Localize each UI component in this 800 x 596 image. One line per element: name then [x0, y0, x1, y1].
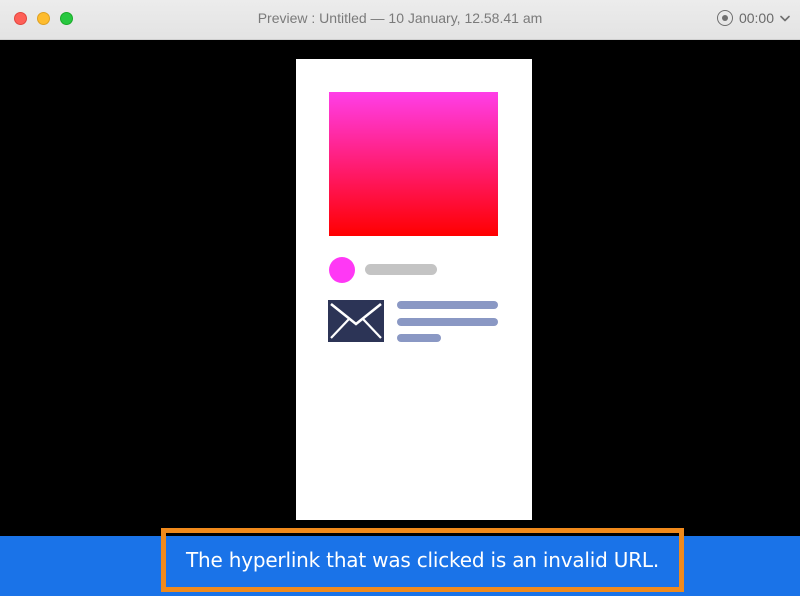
- close-window-button[interactable]: [14, 12, 27, 25]
- zoom-window-button[interactable]: [60, 12, 73, 25]
- title-bar: Preview : Untitled — 10 January, 12.58.4…: [0, 0, 800, 40]
- text-line-placeholder: [397, 334, 441, 342]
- phone-screen: [296, 59, 532, 520]
- text-line-placeholder: [397, 301, 498, 309]
- notification-bar: The hyperlink that was clicked is an inv…: [0, 528, 800, 596]
- preview-window: Preview : Untitled — 10 January, 12.58.4…: [0, 0, 800, 596]
- recording-time: 00:00: [738, 10, 774, 26]
- record-icon[interactable]: [716, 10, 733, 26]
- name-placeholder: [365, 264, 437, 275]
- highlight-frame: The hyperlink that was clicked is an inv…: [161, 528, 684, 592]
- notification-message: The hyperlink that was clicked is an inv…: [185, 548, 660, 572]
- chevron-down-icon[interactable]: [780, 13, 790, 23]
- hero-image: [329, 92, 498, 236]
- preview-stage: [0, 40, 800, 536]
- text-line-placeholder: [397, 318, 498, 326]
- window-title: Preview : Untitled — 10 January, 12.58.4…: [257, 10, 543, 26]
- recording-control[interactable]: 00:00: [716, 8, 790, 28]
- avatar: [329, 257, 355, 283]
- minimize-window-button[interactable]: [37, 12, 50, 25]
- envelope-icon: [328, 300, 384, 342]
